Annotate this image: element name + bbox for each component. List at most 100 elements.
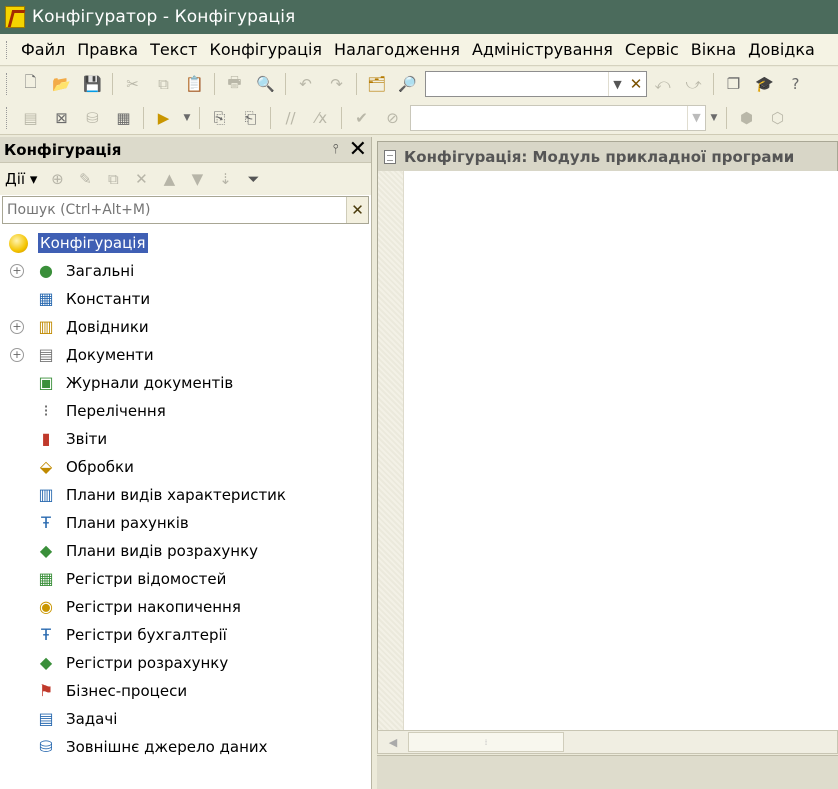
save-icon[interactable]: 💾 — [79, 71, 106, 97]
tree-item[interactable]: + ● Загальні — [0, 257, 371, 285]
print-icon[interactable]: 🖶 — [221, 71, 248, 97]
comment-icon[interactable]: // — [277, 105, 304, 131]
tree-item[interactable]: ▤ Задачі — [0, 705, 371, 733]
tree-item[interactable]: ◉ Регістри накопичення — [0, 593, 371, 621]
editor-gutter[interactable] — [378, 171, 404, 730]
expand-toggle-icon[interactable]: + — [10, 320, 24, 334]
chevron-down-icon[interactable]: ▼ — [687, 105, 705, 130]
secondary-toolbar: ▤ ⊠ ⛁ ▦ ▶ ▼ ⎘ ⎗ // ⁄x ✔ ⊘ ▼ ▼ ⬢ ⬡ — [0, 101, 838, 135]
chevron-down-icon[interactable]: ▼ — [608, 72, 626, 96]
expand-toggle-icon[interactable]: + — [10, 264, 24, 278]
sort-icon[interactable]: ⇣ — [211, 166, 239, 192]
breakpoint-icon[interactable]: ⬢ — [733, 105, 760, 131]
tree-item[interactable]: + ▥ Довідники — [0, 313, 371, 341]
bookmark-icon[interactable]: ✔ — [348, 105, 375, 131]
tree-item[interactable]: ▮ Звіти — [0, 425, 371, 453]
tree-item-label: Плани видів характеристик — [66, 486, 286, 504]
uncomment-icon[interactable]: ⁄x — [308, 105, 335, 131]
scroll-left-icon[interactable]: ◀ — [378, 736, 408, 749]
toolbar-divider — [341, 106, 342, 129]
form-icon[interactable]: ▦ — [110, 105, 137, 131]
menu-edit[interactable]: Правка — [71, 40, 144, 59]
filter-icon[interactable]: ⏷ — [239, 166, 267, 192]
procedure-search-icon[interactable]: ⊘ — [379, 105, 406, 131]
tree-item[interactable]: ⁝ Перелічення — [0, 397, 371, 425]
compare-icon[interactable]: ⊠ — [48, 105, 75, 131]
tree-item[interactable]: ▦ Регістри відомостей — [0, 565, 371, 593]
close-icon[interactable]: ✕ — [349, 138, 367, 161]
document-tab[interactable]: Конфігурація: Модуль прикладної програми — [377, 141, 838, 171]
tree-item[interactable]: ◆ Регістри розрахунку — [0, 649, 371, 677]
help-search-icon[interactable]: ? — [782, 71, 809, 97]
paste-icon[interactable]: 📋 — [181, 71, 208, 97]
open-icon[interactable]: 📂 — [48, 71, 75, 97]
menu-service[interactable]: Сервіс — [619, 40, 685, 59]
print-preview-icon[interactable]: 🔍 — [252, 71, 279, 97]
tree-item[interactable]: ⬙ Обробки — [0, 453, 371, 481]
menu-configuration[interactable]: Конфігурація — [204, 40, 329, 59]
tree-item[interactable]: ▥ Плани видів характеристик — [0, 481, 371, 509]
menu-windows[interactable]: Вікна — [685, 40, 742, 59]
clear-search-icon[interactable]: ✕ — [626, 72, 646, 96]
cut-icon[interactable]: ✂ — [119, 71, 146, 97]
tree-search-input[interactable] — [3, 202, 333, 218]
toolbar-grip-handle[interactable] — [6, 73, 9, 95]
panel-controls: ⫯ ✕ — [333, 138, 367, 161]
tree-item[interactable]: + ▤ Документи — [0, 341, 371, 369]
menu-grip-handle[interactable] — [6, 40, 9, 59]
reports-icon: ▮ — [41, 429, 51, 448]
search-combobox[interactable]: ▼ ✕ — [425, 71, 647, 97]
find-previous-icon[interactable]: ⤺ — [649, 71, 676, 97]
expand-toggle-icon[interactable]: + — [10, 348, 24, 362]
tree-item[interactable]: ◆ Плани видів розрахунку — [0, 537, 371, 565]
app-logo-icon — [5, 6, 25, 28]
move-down-icon[interactable]: ▼ — [183, 166, 211, 192]
constants-icon: ▦ — [38, 289, 54, 308]
tree-item[interactable]: ⚑ Бізнес-процеси — [0, 677, 371, 705]
menu-administration[interactable]: Адміністрування — [466, 40, 619, 59]
breakpoint-disabled-icon[interactable]: ⬡ — [764, 105, 791, 131]
catalogs-icon: ▥ — [38, 317, 54, 336]
database-icon[interactable]: ⛁ — [79, 105, 106, 131]
tree-item[interactable]: ▦ Константи — [0, 285, 371, 313]
tree-item[interactable]: Ŧ Плани рахунків — [0, 509, 371, 537]
run-options-chevron-icon[interactable]: ▼ — [181, 105, 193, 131]
procedure-options-chevron-icon[interactable]: ▼ — [708, 105, 720, 131]
horizontal-scrollbar[interactable]: ◀ ⁞ — [377, 730, 838, 754]
clear-tree-search-icon[interactable]: ✕ — [346, 197, 368, 223]
find-in-files-icon[interactable]: 🗂 — [363, 71, 390, 97]
undo-icon[interactable]: ↶ — [292, 71, 319, 97]
copy-item-icon[interactable]: ⧉ — [99, 166, 127, 192]
menu-text[interactable]: Текст — [144, 40, 203, 59]
tree-root[interactable]: Конфігурація — [0, 229, 371, 257]
tree-item[interactable]: Ŧ Регістри бухгалтерії — [0, 621, 371, 649]
menu-file[interactable]: Файл — [17, 40, 71, 59]
menu-help[interactable]: Довідка — [742, 40, 821, 59]
toolbar2-grip-handle[interactable] — [6, 106, 9, 129]
actions-menu-button[interactable]: Дії ▾ — [5, 170, 37, 188]
help-wizard-icon[interactable]: 🎓 — [751, 71, 778, 97]
scrollbar-thumb[interactable]: ⁞ — [408, 732, 564, 752]
tree-item[interactable]: ⛁ Зовнішнє джерело даних — [0, 733, 371, 761]
run-debug-icon[interactable]: ▶ — [150, 105, 177, 131]
menu-debug[interactable]: Налагодження — [328, 40, 466, 59]
format-icon[interactable]: ⎗ — [237, 105, 264, 131]
edit-icon[interactable]: ✎ — [71, 166, 99, 192]
new-document-icon[interactable]: 🗋 — [17, 71, 44, 97]
move-up-icon[interactable]: ▲ — [155, 166, 183, 192]
redo-icon[interactable]: ↷ — [323, 71, 350, 97]
pin-icon[interactable]: ⫯ — [333, 142, 339, 157]
add-icon[interactable]: ⊕ — [43, 166, 71, 192]
journals-icon: ▣ — [38, 373, 54, 392]
tree-item-label: Документи — [66, 346, 154, 364]
delete-icon[interactable]: ✕ — [127, 166, 155, 192]
windows-icon[interactable]: ❐ — [720, 71, 747, 97]
find-next-icon[interactable]: ⤻ — [680, 71, 707, 97]
copy-icon[interactable]: ⧉ — [150, 71, 177, 97]
procedure-combobox[interactable]: ▼ — [410, 104, 706, 131]
code-editor[interactable] — [377, 171, 838, 730]
module-icon[interactable]: ▤ — [17, 105, 44, 131]
tree-item[interactable]: ▣ Журнали документів — [0, 369, 371, 397]
find-icon[interactable]: 🔎 — [394, 71, 421, 97]
syntax-check-icon[interactable]: ⎘ — [206, 105, 233, 131]
